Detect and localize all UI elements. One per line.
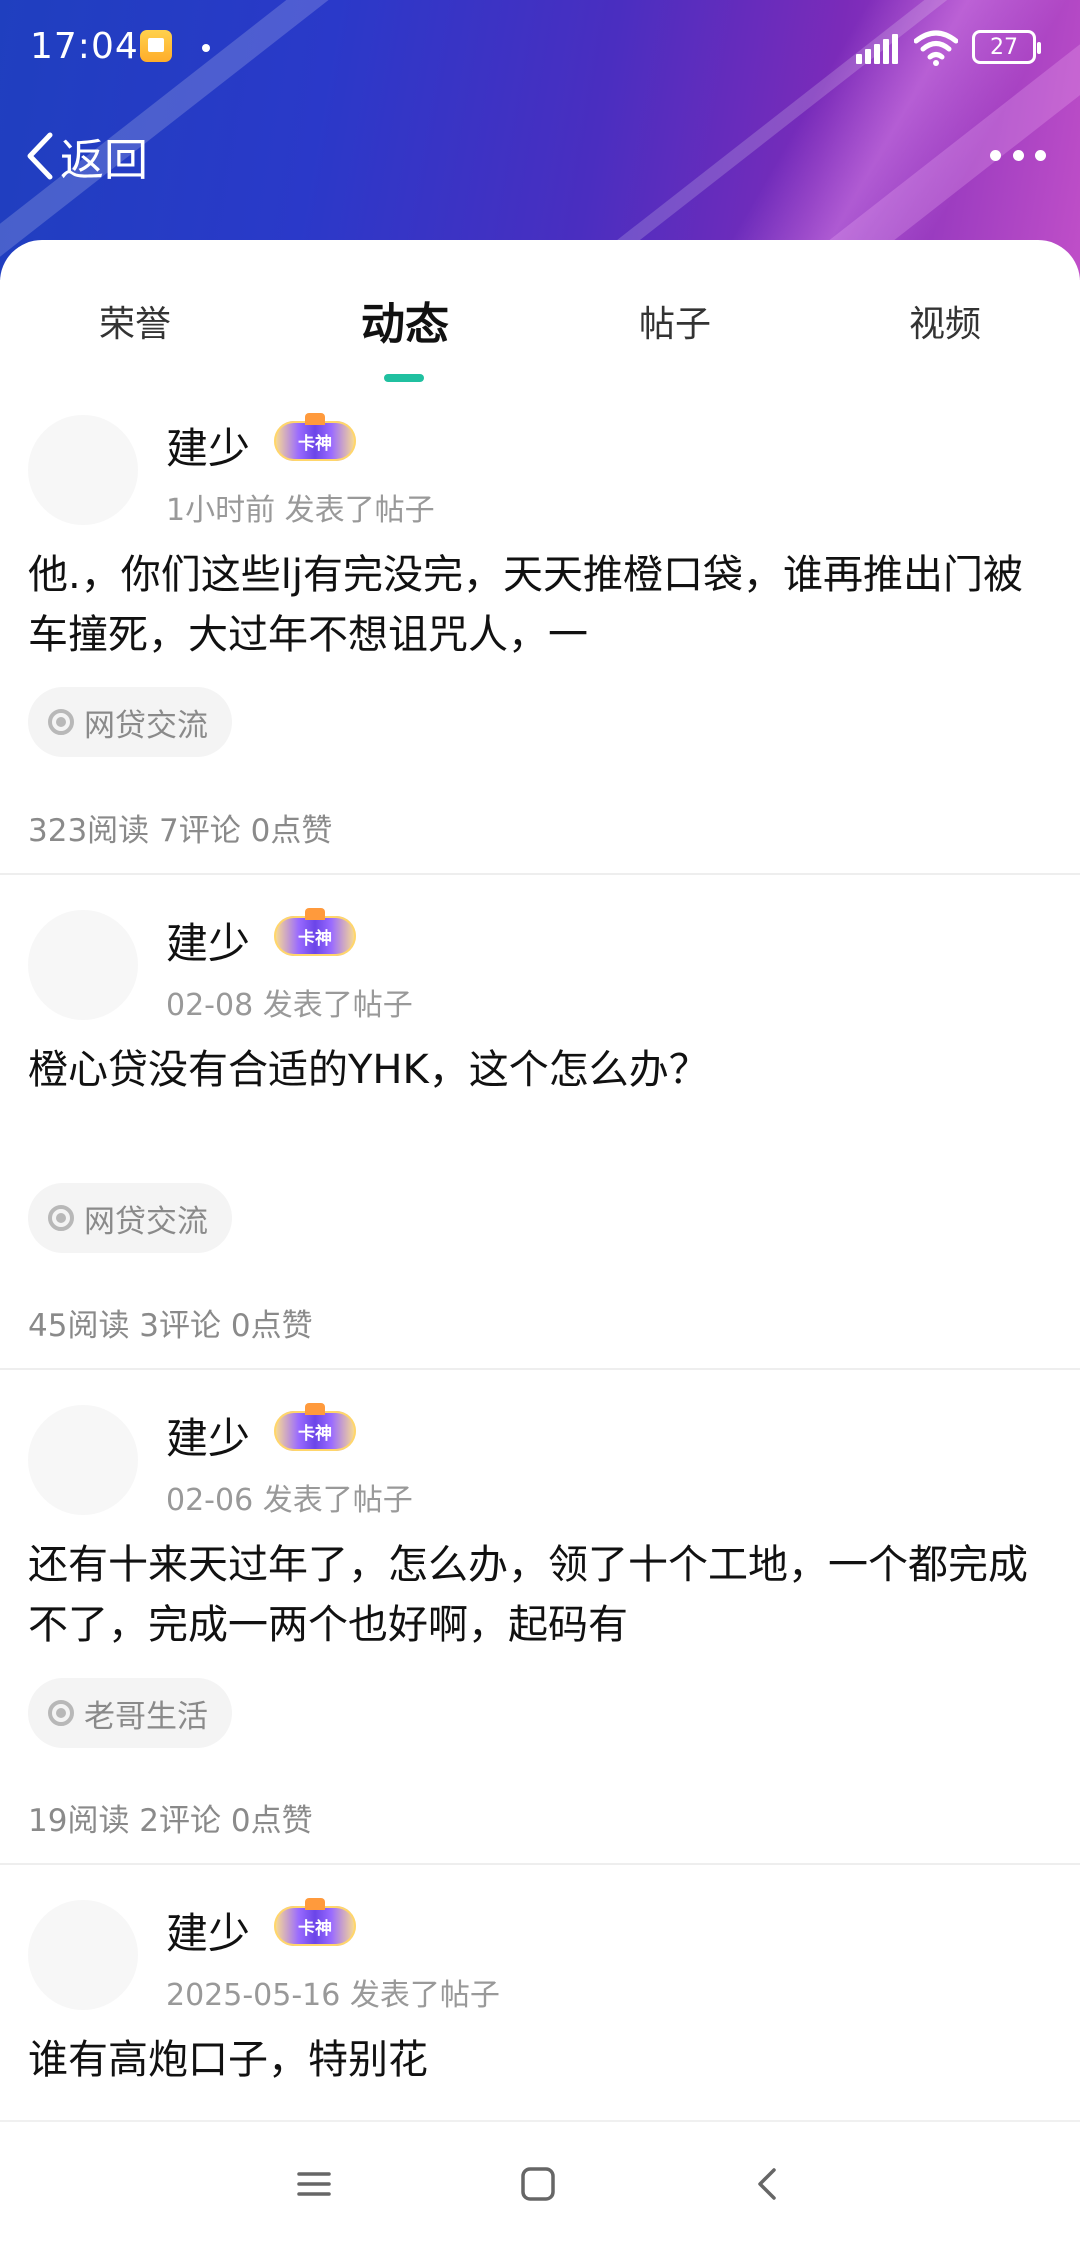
tab-videos[interactable]: 视频 — [810, 300, 1080, 380]
tab-honor[interactable]: 荣誉 — [0, 300, 270, 380]
topic-label: 网贷交流 — [84, 707, 208, 744]
avatar[interactable] — [28, 910, 138, 1020]
chevron-left-icon — [27, 132, 53, 180]
topic-icon — [48, 1205, 74, 1231]
topic-tag[interactable]: 网贷交流 — [28, 687, 232, 757]
topic-label: 老哥生活 — [84, 1698, 208, 1735]
tab-bar: 荣誉 动态 帖子 视频 — [0, 300, 1080, 400]
post-content[interactable]: 他.，你们这些lj有完没完，天天推橙口袋，谁再推出门被车撞死，大过年不想诅咒人，… — [28, 545, 1052, 665]
status-time: 17:04 — [30, 26, 139, 67]
username[interactable]: 建少 — [166, 1900, 250, 1961]
tab-activity[interactable]: 动态 — [270, 300, 540, 380]
avatar[interactable] — [28, 415, 138, 525]
more-dots-icon[interactable] — [990, 140, 1046, 170]
battery-level: 27 — [990, 34, 1018, 60]
back-triangle-icon[interactable] — [750, 2166, 786, 2202]
username[interactable]: 建少 — [166, 910, 250, 971]
topic-tag[interactable]: 网贷交流 — [28, 1183, 232, 1253]
avatar[interactable] — [28, 1405, 138, 1515]
post-meta: 1小时前 发表了帖子 — [166, 493, 435, 528]
notification-dot-icon — [202, 44, 210, 52]
system-nav-bar — [0, 2120, 1080, 2248]
back-button[interactable]: 返回 — [24, 124, 148, 188]
signal-icon — [856, 34, 900, 64]
feed-post[interactable]: 建少 卡神 02-06 发表了帖子 还有十来天过年了，怎么办，领了十个工地，一个… — [0, 1370, 1080, 1865]
badge-card-god: 卡神 — [274, 1898, 356, 1946]
menu-icon[interactable] — [296, 2166, 332, 2202]
home-square-icon[interactable] — [520, 2166, 556, 2202]
notes-icon — [140, 30, 172, 62]
profile-header: 17:04 27 返回 — [0, 0, 1080, 280]
avatar[interactable] — [28, 1900, 138, 2010]
post-content[interactable]: 橙心贷没有合适的YHK，这个怎么办？ — [28, 1040, 1052, 1100]
post-content[interactable]: 还有十来天过年了，怎么办，领了十个工地，一个都完成不了，完成一两个也好啊，起码有 — [28, 1535, 1052, 1655]
post-stats: 45阅读 3评论 0点赞 — [28, 1308, 313, 1344]
content-sheet: 荣誉 动态 帖子 视频 建少 卡神 1小时前 发表了帖子 他.，你们这些lj有完… — [0, 240, 1080, 2120]
topic-icon — [48, 1700, 74, 1726]
badge-card-god: 卡神 — [274, 413, 356, 461]
feed-post[interactable]: 建少 卡神 2025-05-16 发表了帖子 谁有高炮口子，特别花 — [0, 1865, 1080, 2120]
post-stats: 19阅读 2评论 0点赞 — [28, 1803, 313, 1839]
activity-feed: 建少 卡神 1小时前 发表了帖子 他.，你们这些lj有完没完，天天推橙口袋，谁再… — [0, 405, 1080, 2120]
active-tab-indicator — [384, 374, 424, 382]
feed-post[interactable]: 建少 卡神 1小时前 发表了帖子 他.，你们这些lj有完没完，天天推橙口袋，谁再… — [0, 405, 1080, 875]
wifi-icon — [914, 30, 958, 66]
post-meta: 02-06 发表了帖子 — [166, 1483, 413, 1518]
topic-label: 网贷交流 — [84, 1203, 208, 1240]
post-stats: 323阅读 7评论 0点赞 — [28, 813, 333, 849]
feed-post[interactable]: 建少 卡神 02-08 发表了帖子 橙心贷没有合适的YHK，这个怎么办？ 网贷交… — [0, 875, 1080, 1370]
topic-icon — [48, 709, 74, 735]
username[interactable]: 建少 — [166, 415, 250, 476]
badge-card-god: 卡神 — [274, 1403, 356, 1451]
status-bar: 17:04 27 — [0, 0, 1080, 92]
post-meta: 2025-05-16 发表了帖子 — [166, 1978, 500, 2013]
battery-icon: 27 — [972, 30, 1041, 64]
tab-posts[interactable]: 帖子 — [540, 300, 810, 380]
badge-card-god: 卡神 — [274, 908, 356, 956]
back-label: 返回 — [60, 135, 148, 186]
topic-tag[interactable]: 老哥生活 — [28, 1678, 232, 1748]
nav-bar: 返回 — [0, 110, 1080, 200]
post-content[interactable]: 谁有高炮口子，特别花 — [28, 2030, 1052, 2090]
username[interactable]: 建少 — [166, 1405, 250, 1466]
post-meta: 02-08 发表了帖子 — [166, 988, 413, 1023]
